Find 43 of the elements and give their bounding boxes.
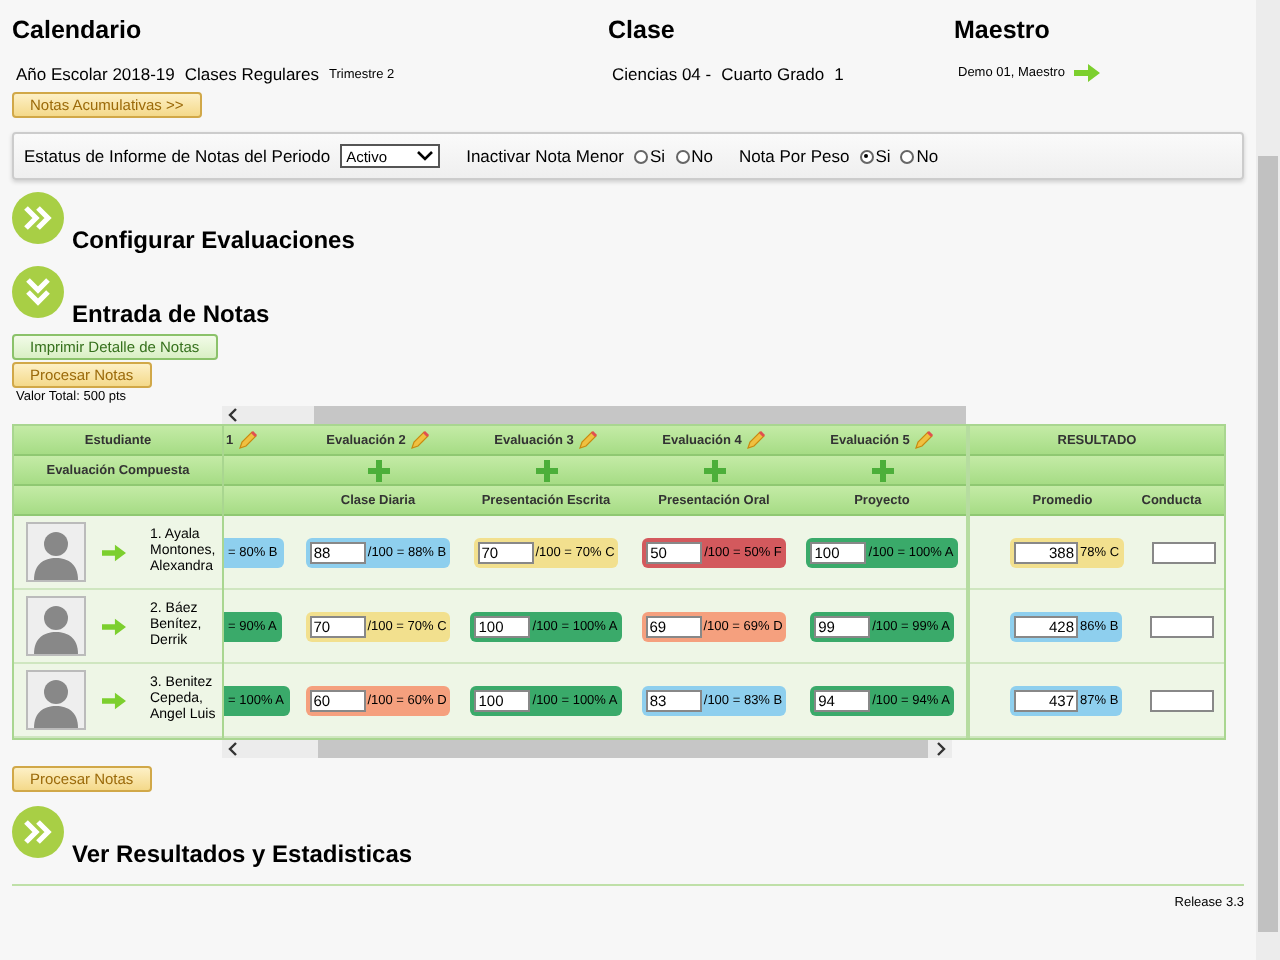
arrow-right-icon[interactable]	[102, 691, 126, 709]
status-label: Estatus de Informe de Notas del Periodo	[24, 146, 331, 166]
section-title[interactable]: Entrada de Notas	[72, 300, 270, 328]
vertical-scrollbar[interactable]	[1256, 0, 1280, 960]
conduct-input[interactable]	[1150, 689, 1215, 711]
grade-level: Cuarto Grado	[721, 64, 825, 84]
avatar-icon	[26, 596, 86, 656]
radio-option[interactable]: No	[900, 146, 939, 166]
arrow-right-icon[interactable]	[102, 543, 126, 561]
class-name: Ciencias 04 -	[612, 64, 712, 84]
plus-icon[interactable]	[367, 459, 389, 481]
conduct-input[interactable]	[1151, 541, 1216, 563]
pencil-icon[interactable]	[913, 430, 934, 450]
plus-icon[interactable]	[535, 459, 557, 481]
pencil-icon[interactable]	[745, 430, 766, 450]
conduct-input[interactable]	[1150, 615, 1215, 637]
section-title[interactable]: Ver Resultados y Estadisticas	[72, 840, 413, 868]
pencil-icon[interactable]	[409, 430, 430, 450]
radio-option[interactable]: Si	[634, 146, 666, 166]
avatar-icon	[26, 522, 86, 582]
calendar-title: Calendario	[12, 16, 144, 44]
arrow-right-icon[interactable]	[1074, 64, 1101, 82]
class-title: Clase	[608, 16, 677, 44]
section-number: 1	[834, 64, 844, 84]
expanded-chevron-icon[interactable]	[12, 266, 64, 318]
horizontal-scrollbar[interactable]	[222, 740, 952, 758]
school-year: Año Escolar 2018-19	[16, 64, 175, 84]
radio-option[interactable]: Si	[859, 146, 891, 166]
horizontal-scrollbar[interactable]	[222, 406, 966, 424]
plus-icon[interactable]	[703, 459, 725, 481]
avatar-icon	[26, 670, 86, 730]
option-label: Inactivar Nota Menor	[466, 146, 624, 166]
section-title[interactable]: Configurar Evaluaciones	[72, 226, 355, 254]
arrow-right-icon[interactable]	[102, 617, 126, 635]
pencil-icon[interactable]	[577, 430, 598, 450]
teacher-title: Maestro	[954, 16, 1052, 44]
option-label: Nota Por Peso	[738, 146, 850, 166]
radio-option[interactable]: No	[675, 146, 713, 166]
dropdown-caret-icon[interactable]	[416, 150, 435, 162]
collapsed-chevron-icon[interactable]	[12, 806, 64, 858]
class-type: Clases Regulares	[184, 64, 319, 84]
collapsed-chevron-icon[interactable]	[12, 192, 64, 244]
plus-icon[interactable]	[871, 459, 893, 481]
